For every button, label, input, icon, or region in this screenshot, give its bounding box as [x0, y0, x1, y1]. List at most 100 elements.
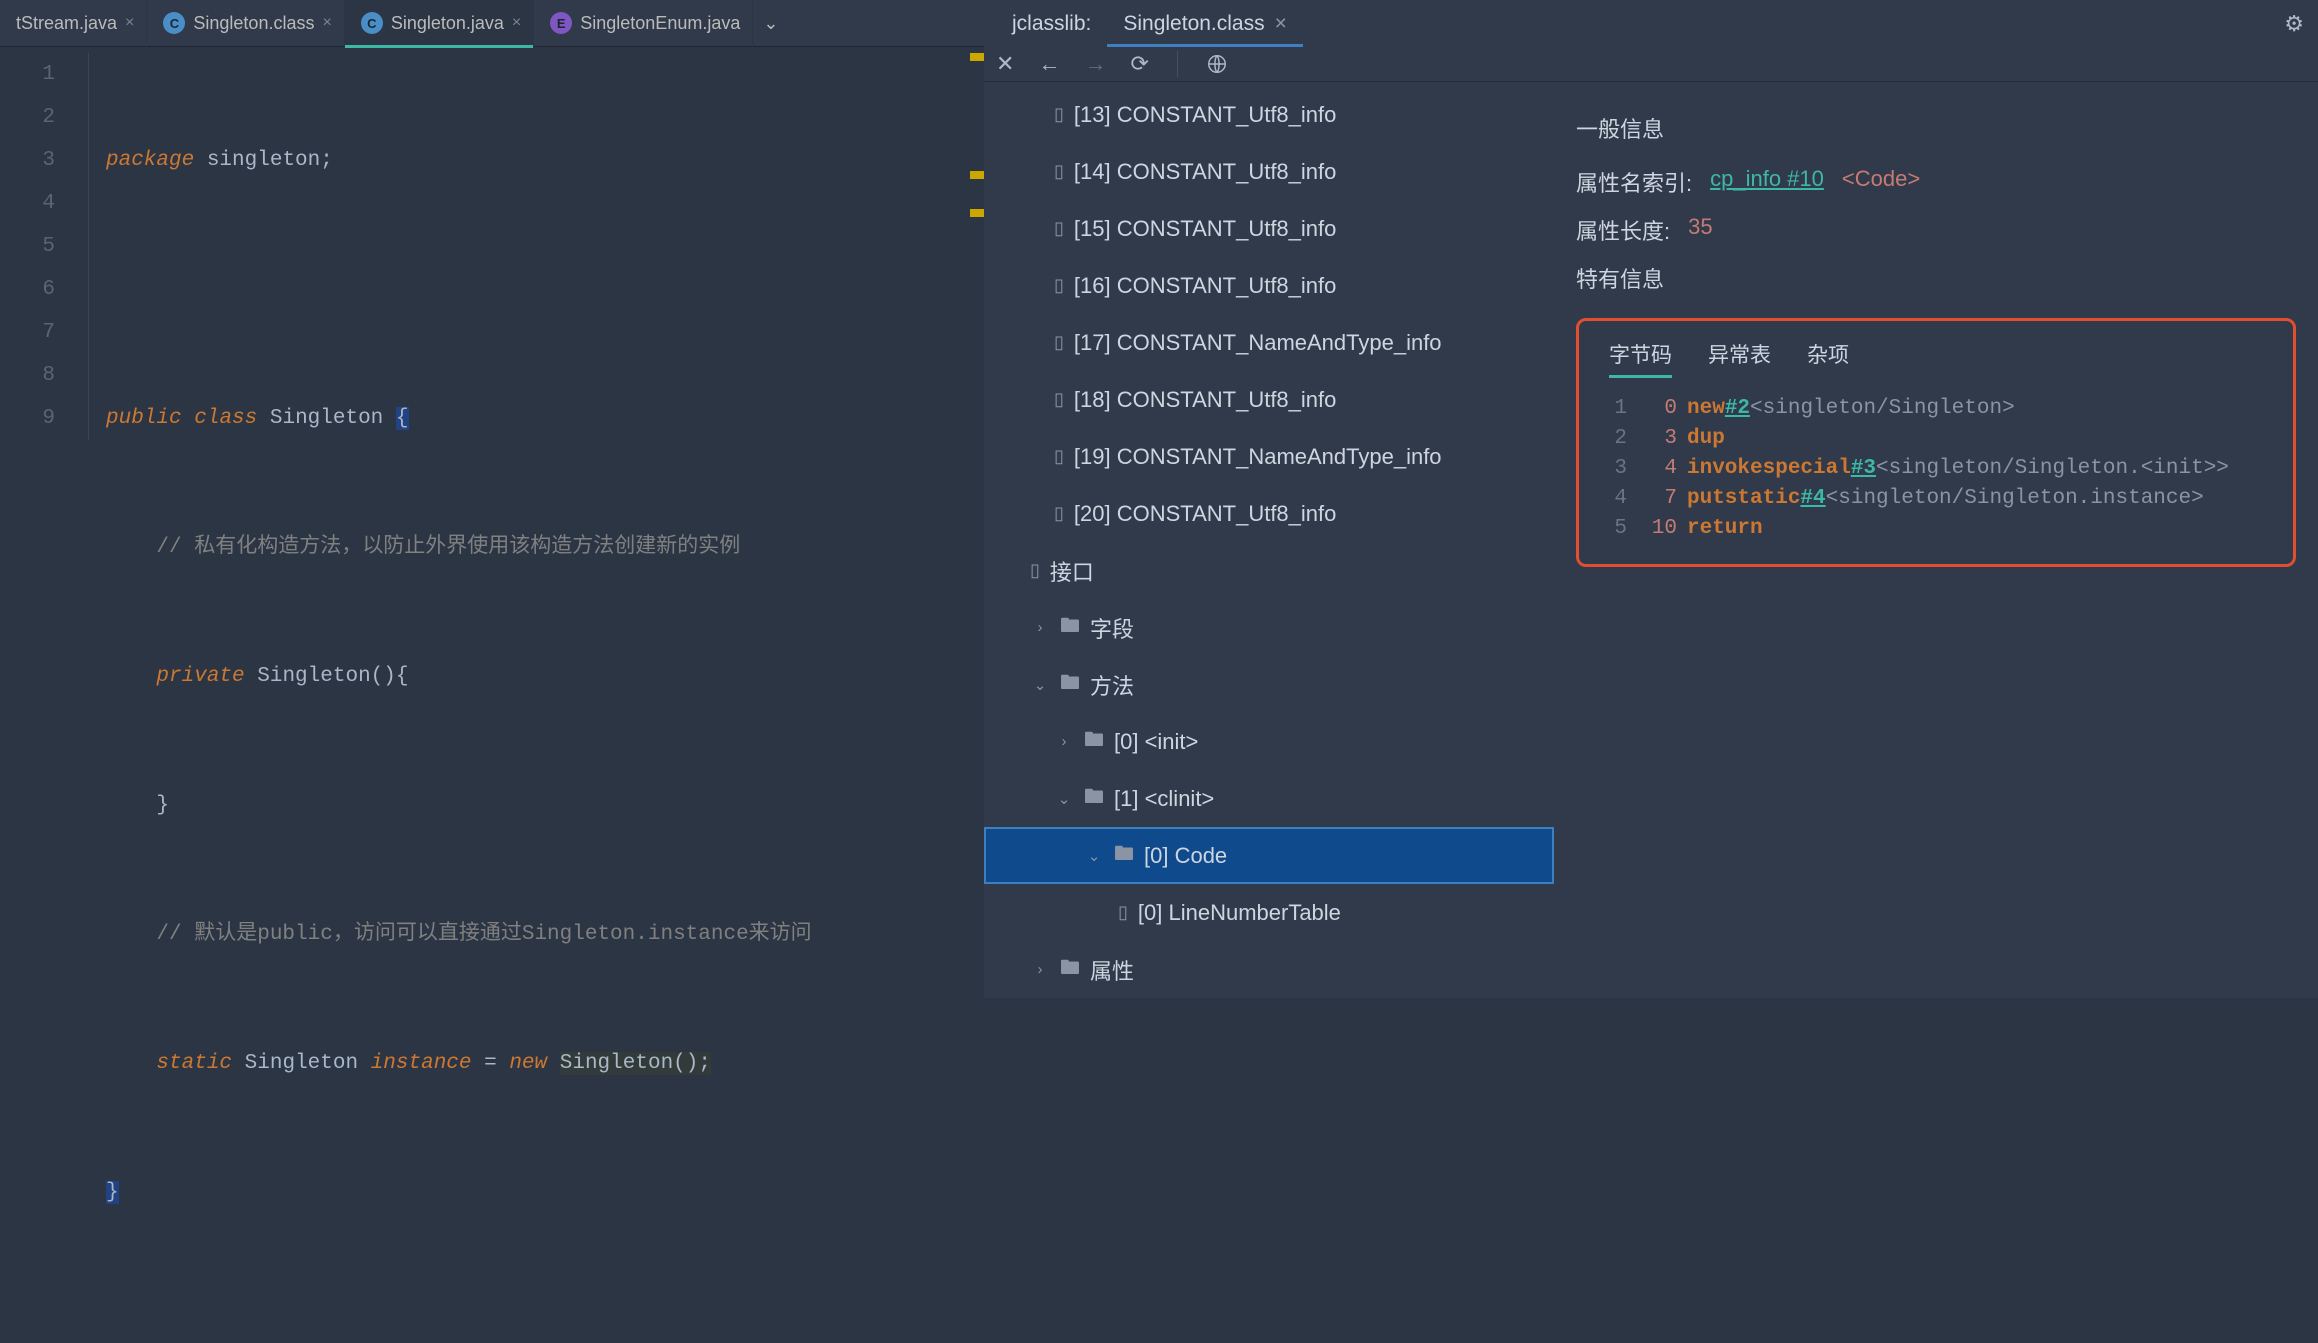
warning-marker[interactable]	[970, 209, 984, 217]
chevron-right-icon[interactable]: ›	[1030, 961, 1050, 978]
class-name: Singleton	[270, 407, 383, 430]
chevron-down-icon[interactable]: ⌄	[1054, 790, 1074, 808]
tab-bytecode[interactable]: 字节码	[1609, 339, 1672, 378]
tree-label: [15] CONSTANT_Utf8_info	[1074, 216, 1336, 242]
keyword: static	[156, 1052, 232, 1075]
bc-instruction: return	[1687, 514, 1763, 544]
code-body[interactable]: package singleton; public class Singleto…	[88, 47, 984, 1343]
structure-tree[interactable]: ▯[13] CONSTANT_Utf8_info ▯[14] CONSTANT_…	[984, 82, 1554, 998]
jclasslib-title: jclasslib:	[996, 0, 1107, 47]
tab-singleton-enum[interactable]: E SingletonEnum.java	[534, 0, 753, 47]
tree-item-cp19[interactable]: ▯[19] CONSTANT_NameAndType_info	[984, 428, 1554, 485]
line-number: 3	[0, 139, 55, 182]
tree-item-fields[interactable]: › 🖿 字段	[984, 599, 1554, 656]
forward-icon[interactable]: →	[1084, 51, 1106, 77]
tab-singleton-class[interactable]: C Singleton.class ×	[147, 0, 344, 47]
bc-cp-ref[interactable]: #2	[1725, 394, 1750, 424]
tree-item-cp16[interactable]: ▯[16] CONSTANT_Utf8_info	[984, 257, 1554, 314]
jclasslib-panel: jclasslib: Singleton.class × ⚙ ✕ ← → ⟳ ▯…	[984, 0, 2318, 998]
close-icon[interactable]: ×	[125, 14, 134, 32]
call: Singleton();	[560, 1052, 711, 1075]
tree-item-attributes[interactable]: ›🖿属性	[984, 941, 1554, 998]
bc-instruction: invokespecial	[1687, 454, 1851, 484]
tab-exception-table[interactable]: 异常表	[1708, 339, 1771, 378]
tree-label: [20] CONSTANT_Utf8_info	[1074, 501, 1336, 527]
close-icon[interactable]: ✕	[996, 51, 1014, 77]
jclasslib-file-tab[interactable]: Singleton.class ×	[1107, 0, 1303, 47]
bytecode-listing[interactable]: 10new #2 <singleton/Singleton>23dup34inv…	[1579, 388, 2293, 544]
chevron-down-icon[interactable]: ⌄	[753, 13, 788, 34]
gear-icon[interactable]: ⚙	[2284, 11, 2304, 37]
tree-label: 方法	[1090, 669, 1134, 701]
close-icon[interactable]: ×	[512, 14, 521, 32]
op: =	[472, 1052, 510, 1075]
file-icon: ▯	[1054, 389, 1064, 410]
bc-instruction: new	[1687, 394, 1725, 424]
bc-comment: <singleton/Singleton>	[1750, 394, 2015, 424]
tree-label: [0] LineNumberTable	[1138, 900, 1341, 926]
bc-offset: 3	[1645, 424, 1677, 454]
tree-item-cp20[interactable]: ▯ [20] CONSTANT_Utf8_info	[984, 485, 1554, 542]
file-icon: ▯	[1054, 503, 1064, 524]
bc-offset: 4	[1645, 454, 1677, 484]
file-icon: ▯	[1054, 332, 1064, 353]
refresh-icon[interactable]: ⟳	[1130, 51, 1148, 77]
line-number: 7	[0, 311, 55, 354]
tree-label: 字段	[1090, 612, 1134, 644]
enum-file-icon: E	[550, 12, 572, 34]
bc-linenum: 2	[1597, 424, 1627, 454]
chevron-down-icon[interactable]: ⌄	[1030, 676, 1050, 694]
bytecode-line: 510return	[1597, 514, 2263, 544]
tab-label: Singleton.class	[193, 13, 314, 34]
tab-misc[interactable]: 杂项	[1807, 339, 1849, 378]
tab-singleton-java[interactable]: C Singleton.java ×	[345, 0, 534, 47]
tree-item-code[interactable]: ⌄🖿[0] Code	[984, 827, 1554, 884]
warning-marker[interactable]	[970, 171, 984, 179]
jclasslib-toolbar: ✕ ← → ⟳	[984, 47, 2318, 82]
file-icon: ▯	[1030, 560, 1040, 581]
folder-icon: 🖿	[1060, 611, 1080, 645]
tree-item-methods[interactable]: ⌄🖿方法	[984, 656, 1554, 713]
line-number: 1	[0, 53, 55, 96]
file-icon: ▯	[1118, 902, 1128, 923]
keyword: package	[106, 149, 194, 172]
bytecode-line: 10new #2 <singleton/Singleton>	[1597, 394, 2263, 424]
tree-item-init[interactable]: ›🖿[0] <init>	[984, 713, 1554, 770]
bc-instruction: dup	[1687, 424, 1725, 454]
tree-item-interfaces[interactable]: ▯接口	[984, 542, 1554, 599]
chevron-right-icon[interactable]: ›	[1054, 733, 1074, 750]
editor-tabs: tStream.java × C Singleton.class × C Sin…	[0, 0, 984, 47]
identifier: singleton	[207, 149, 320, 172]
prop-label: 属性名索引:	[1576, 166, 1692, 198]
globe-icon[interactable]	[1206, 53, 1228, 75]
code-editor[interactable]: 1 2 3 4 5 6 7 8 9 package singleton; pub…	[0, 47, 984, 1343]
prop-label: 属性长度:	[1576, 214, 1670, 246]
chevron-right-icon[interactable]: ›	[1030, 619, 1050, 636]
title-prefix: jclasslib:	[1012, 12, 1091, 36]
tree-item-cp18[interactable]: ▯[18] CONSTANT_Utf8_info	[984, 371, 1554, 428]
bc-cp-ref[interactable]: #4	[1800, 484, 1825, 514]
tab-label: SingletonEnum.java	[580, 13, 740, 34]
folder-icon: 🖿	[1084, 725, 1104, 759]
tab-tstream[interactable]: tStream.java ×	[0, 0, 147, 47]
bytecode-tabs: 字节码 异常表 杂项	[1579, 329, 2293, 388]
tree-label: [1] <clinit>	[1114, 786, 1214, 812]
line-gutter: 1 2 3 4 5 6 7 8 9	[0, 47, 88, 1343]
jclasslib-tabs: jclasslib: Singleton.class × ⚙	[984, 0, 2318, 47]
bc-cp-ref[interactable]: #3	[1851, 454, 1876, 484]
back-icon[interactable]: ←	[1038, 51, 1060, 77]
gutter-markers	[970, 53, 984, 268]
warning-marker[interactable]	[970, 53, 984, 61]
close-icon[interactable]: ×	[322, 14, 331, 32]
tree-item-lnt[interactable]: ▯ [0] LineNumberTable	[984, 884, 1554, 941]
chevron-down-icon[interactable]: ⌄	[1084, 847, 1104, 865]
tree-item-clinit[interactable]: ⌄ 🖿 [1] <clinit>	[984, 770, 1554, 827]
tree-item-cp17[interactable]: ▯[17] CONSTANT_NameAndType_info	[984, 314, 1554, 371]
folder-icon: 🖿	[1084, 782, 1104, 816]
file-label: Singleton.class	[1123, 12, 1264, 36]
cp-link[interactable]: cp_info #10	[1710, 166, 1824, 198]
close-icon[interactable]: ×	[1275, 12, 1287, 36]
tree-label: [0] Code	[1144, 843, 1227, 869]
detail-panel: 一般信息 属性名索引: cp_info #10 <Code> 属性长度: 35 …	[1554, 82, 2318, 998]
keyword: private	[156, 665, 244, 688]
